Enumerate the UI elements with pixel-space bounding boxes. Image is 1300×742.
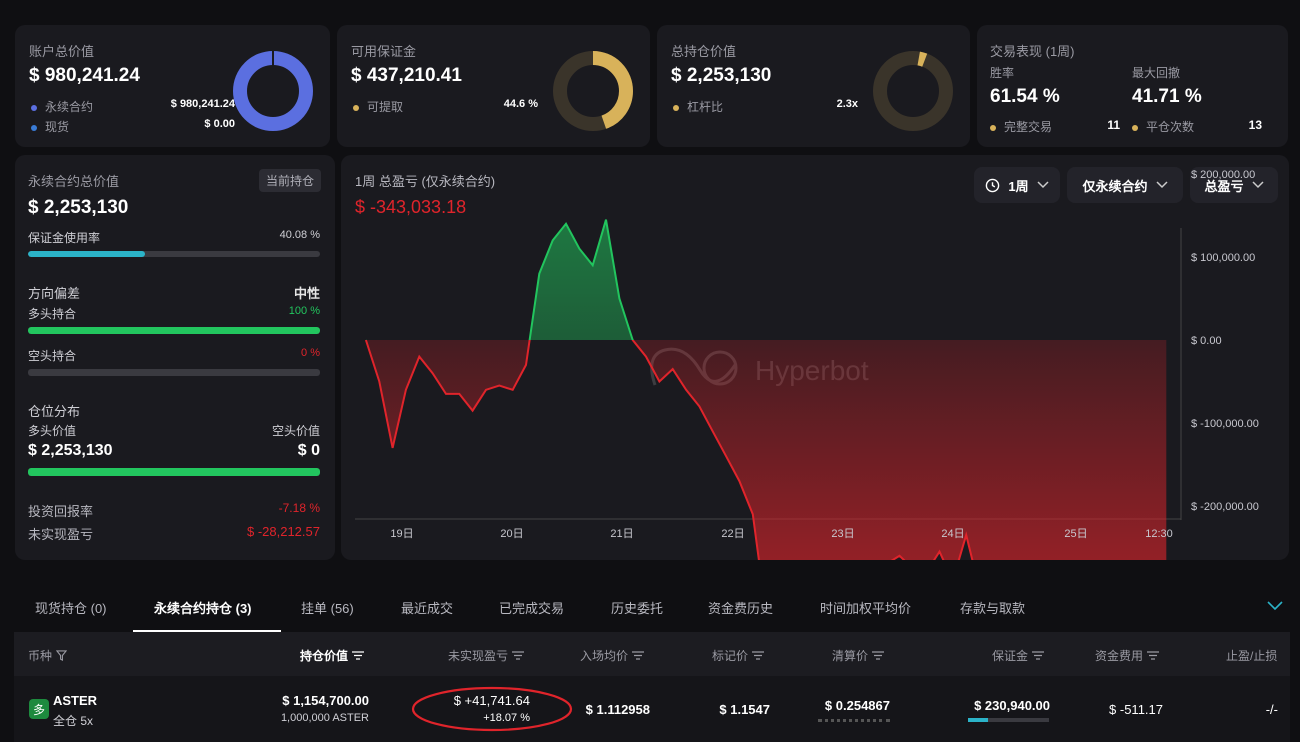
x-tick-label: 23日	[831, 528, 854, 540]
chevron-down-icon[interactable]	[1267, 601, 1283, 611]
upnl-cell: $ +41,741.64	[453, 693, 530, 708]
y-tick-label: $ -200,000.00	[1191, 501, 1259, 513]
column-header-1[interactable]: 持仓价值	[300, 647, 365, 664]
y-tick-label: $ 0.00	[1191, 335, 1222, 347]
entry-price: $ 1.112958	[585, 702, 650, 717]
tab-4[interactable]: 已完成交易	[499, 598, 564, 617]
funding-cell: $ -511.17	[1109, 702, 1163, 717]
x-tick-label: 24日	[941, 528, 964, 540]
sort-icon[interactable]	[752, 651, 765, 660]
sort-icon[interactable]	[1147, 651, 1160, 660]
position-value: $ 1,154,700.00	[282, 693, 369, 708]
mark-price: $ 1.1547	[719, 702, 770, 717]
column-header-0[interactable]: 币种	[28, 647, 68, 664]
x-tick-label: 19日	[390, 528, 413, 540]
tab-0[interactable]: 现货持仓 (0)	[35, 598, 107, 617]
coin-sub: 全仓 5x	[53, 714, 94, 728]
liq-price: $ 0.254867	[824, 698, 890, 713]
tab-1[interactable]: 永续合约持仓 (3)	[154, 598, 252, 617]
x-tick-label: 22日	[721, 528, 744, 540]
position-size: 1,000,000 ASTER	[280, 712, 369, 724]
y-tick-label: $ 200,000.00	[1191, 169, 1255, 181]
upnl-pct-cell: +18.07 %	[483, 712, 530, 724]
sort-icon[interactable]	[872, 651, 885, 660]
x-tick-label: 12:30	[1145, 528, 1173, 540]
column-header-2[interactable]: 未实现盈亏	[448, 647, 525, 664]
tab-7[interactable]: 时间加权平均价	[820, 598, 911, 617]
margin-cell-bar	[968, 718, 1049, 722]
tab-2[interactable]: 挂单 (56)	[301, 598, 354, 617]
x-tick-label: 20日	[500, 528, 523, 540]
y-tick-label: $ -100,000.00	[1191, 418, 1259, 430]
liq-dotted-bar	[818, 719, 890, 722]
y-tick-label: $ 100,000.00	[1191, 252, 1255, 264]
pnl-chart: Hyperbot $ 200,000.00$ 100,000.00$ 0.00$…	[355, 169, 1259, 560]
sort-icon[interactable]	[1032, 651, 1045, 660]
x-tick-label: 21日	[610, 528, 633, 540]
tpsl-cell[interactable]: -/-	[1230, 702, 1278, 717]
tab-8[interactable]: 存款与取款	[960, 598, 1025, 617]
column-header-4[interactable]: 标记价	[712, 647, 765, 664]
sort-icon[interactable]	[632, 651, 645, 660]
x-tick-label: 25日	[1064, 528, 1087, 540]
margin-cell: $ 230,940.00	[974, 698, 1050, 713]
tab-6[interactable]: 资金费历史	[708, 598, 773, 617]
column-header-7[interactable]: 资金费用	[1095, 647, 1160, 664]
column-header-5[interactable]: 清算价	[832, 647, 885, 664]
sort-icon[interactable]	[512, 651, 525, 660]
long-badge: 多	[29, 699, 49, 719]
tab-3[interactable]: 最近成交	[401, 598, 453, 617]
tab-5[interactable]: 历史委托	[611, 598, 663, 617]
column-header-3[interactable]: 入场均价	[580, 647, 645, 664]
filter-icon[interactable]	[56, 650, 68, 661]
column-header-8[interactable]: 止盈/止损	[1226, 647, 1277, 664]
coin-name[interactable]: ASTER	[53, 693, 97, 708]
column-header-6[interactable]: 保证金	[992, 647, 1045, 664]
sort-icon[interactable]	[352, 651, 365, 660]
